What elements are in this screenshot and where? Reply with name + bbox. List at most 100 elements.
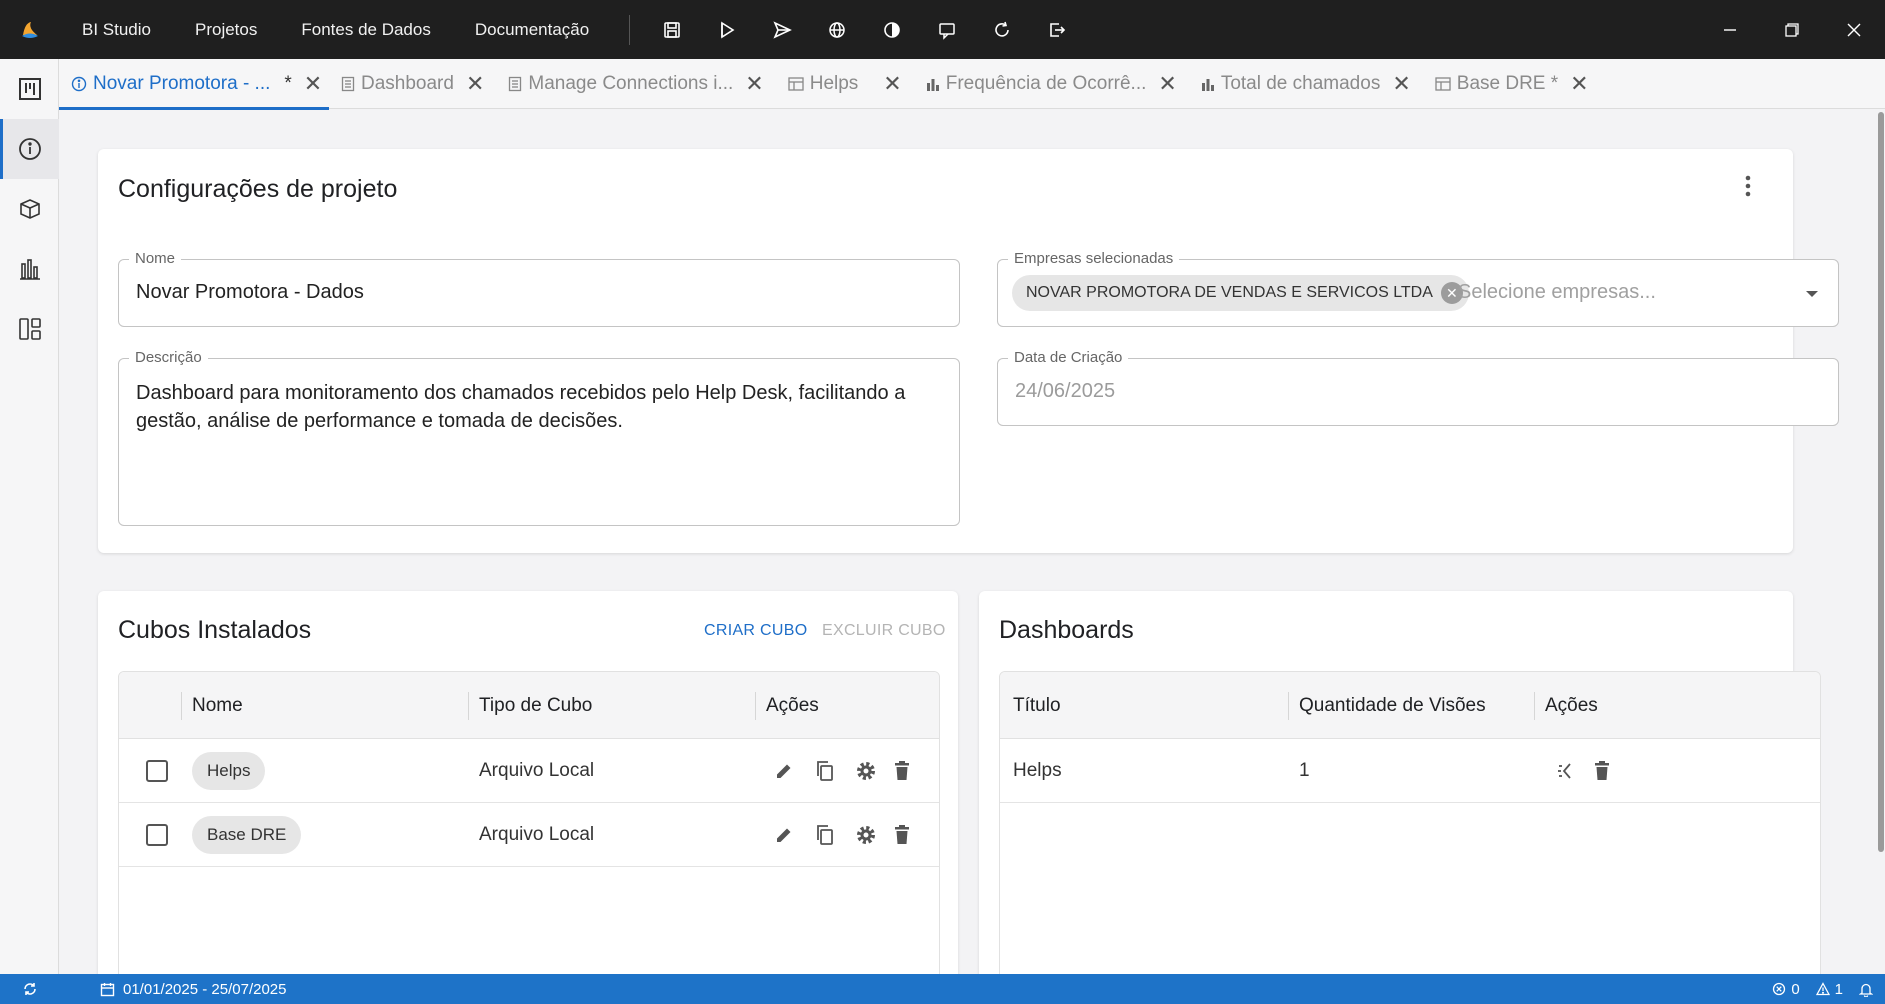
tab-label: Helps [809,73,859,94]
creation-date-value: 24/06/2025 [1015,380,1116,402]
date-range-filter[interactable]: 01/01/2025 - 25/07/2025 [100,981,286,998]
col-quantidade-de-visoes[interactable]: Quantidade de Visões [1299,672,1486,739]
errors-count: 0 [1791,980,1800,998]
restore-icon[interactable] [1761,0,1823,59]
close-tab-icon[interactable]: ✕ [883,71,901,97]
tab-dashboard[interactable]: Dashboard ✕ [329,59,496,109]
close-tab-icon[interactable]: ✕ [1158,71,1176,97]
chevron-down-icon[interactable] [1806,291,1818,297]
delete-cube-button[interactable]: EXCLUIR CUBO [822,622,946,640]
installed-cubes-card: Cubos Instalados CRIAR CUBO EXCLUIR CUBO… [98,591,958,974]
tab-helps[interactable]: Helps ✕ [776,59,914,109]
refresh-icon[interactable] [974,0,1029,59]
document-icon [508,76,522,92]
tab-label: Base DRE * [1456,73,1559,94]
tab-label: Total de chamados [1220,73,1381,94]
save-icon[interactable] [644,0,699,59]
tab-manage-connections[interactable]: Manage Connections i... ✕ [496,59,775,109]
cube-name-chip[interactable]: Base DRE [192,816,302,854]
activity-rail [0,59,59,974]
warnings-indicator[interactable]: 1 [1815,981,1843,998]
comment-icon[interactable] [919,0,974,59]
bar-chart-icon[interactable] [0,239,59,299]
copy-icon[interactable] [812,758,838,784]
exit-icon[interactable] [1029,0,1084,59]
dashboards-card: Dashboards Título Quantidade de Visões A… [979,591,1821,974]
companies-select[interactable]: Empresas selecionadas NOVAR PROMOTORA DE… [997,250,1839,327]
run-icon[interactable] [699,0,754,59]
cube-icon[interactable] [0,179,59,239]
cube-name-chip[interactable]: Helps [192,752,266,790]
col-acoes: Ações [1545,694,1598,716]
menu-projetos[interactable]: Projetos [173,0,279,59]
edit-icon[interactable] [771,822,797,848]
close-icon[interactable] [1823,0,1885,59]
description-field[interactable]: Descrição Dashboard para monitoramento d… [118,349,960,526]
errors-indicator[interactable]: 0 [1772,980,1800,998]
edit-icon[interactable] [771,758,797,784]
menu-fontes-de-dados[interactable]: Fontes de Dados [279,0,452,59]
cubes-table-header: Nome Tipo de Cubo Ações [119,672,939,739]
close-tab-icon[interactable]: ✕ [1570,71,1588,97]
description-value: Dashboard para monitoramento dos chamado… [136,382,906,432]
trash-icon[interactable] [1589,758,1615,784]
gear-icon[interactable] [853,758,879,784]
dashboard-title[interactable]: Helps [1013,739,1062,803]
kanban-icon[interactable] [0,59,59,119]
editor-tabs: Novar Promotora - ... * ✕ Dashboard ✕ Ma… [59,59,1885,110]
close-tab-icon[interactable]: ✕ [745,71,763,97]
name-label: Nome [129,250,182,267]
send-icon[interactable] [754,0,809,59]
col-titulo[interactable]: Título [1013,672,1061,739]
row-checkbox[interactable] [146,824,168,846]
trash-icon[interactable] [889,758,915,784]
app-logo-icon [0,0,60,59]
close-tab-icon[interactable]: ✕ [466,71,484,97]
table-icon [788,77,804,91]
tab-frequencia-ocorrencias[interactable]: Frequência de Ocorrê... ✕ [914,59,1189,109]
dashboards-title: Dashboards [999,616,1134,644]
tab-base-dre[interactable]: Base DRE * ✕ [1423,59,1601,109]
warning-icon [1815,982,1830,996]
menu-documentacao[interactable]: Documentação [453,0,611,59]
tab-novar-promotora[interactable]: Novar Promotora - ... * ✕ [59,59,329,110]
dashboard-layout-icon[interactable] [0,299,59,359]
info-icon[interactable] [0,119,59,179]
company-chip: NOVAR PROMOTORA DE VENDAS E SERVICOS LTD… [1012,275,1469,311]
window-controls [1699,0,1885,59]
minimize-icon[interactable] [1699,0,1761,59]
trash-icon[interactable] [889,822,915,848]
cubes-table: Nome Tipo de Cubo Ações Helps Arquivo Lo… [118,671,940,974]
contrast-icon[interactable] [864,0,919,59]
vertical-scrollbar[interactable] [1877,110,1885,974]
info-icon [71,76,87,92]
col-nome[interactable]: Nome [192,672,243,739]
name-field[interactable]: Nome Novar Promotora - Dados [118,250,960,327]
unsaved-indicator: * [284,73,292,94]
scrollbar-thumb[interactable] [1878,112,1884,852]
open-link-icon[interactable] [1553,758,1579,784]
copy-icon[interactable] [812,822,838,848]
bar-chart-icon [926,77,940,91]
create-cube-button[interactable]: CRIAR CUBO [704,622,807,640]
toolbar-divider [629,14,631,45]
col-tipo-de-cubo[interactable]: Tipo de Cubo [479,672,592,739]
sync-icon[interactable] [0,981,59,997]
name-value: Novar Promotora - Dados [136,281,364,303]
bell-icon[interactable] [1859,982,1873,997]
description-label: Descrição [129,349,208,366]
error-icon [1772,982,1786,996]
col-acoes: Ações [766,694,819,716]
document-icon [341,76,355,92]
row-checkbox[interactable] [146,760,168,782]
cube-type: Arquivo Local [479,760,595,781]
tab-total-chamados[interactable]: Total de chamados ✕ [1189,59,1423,109]
globe-icon[interactable] [809,0,864,59]
tab-label: Dashboard [361,73,454,94]
column-divider [181,692,182,720]
gear-icon[interactable] [853,822,879,848]
more-options-icon[interactable] [1733,171,1763,201]
close-tab-icon[interactable]: ✕ [1392,71,1410,97]
close-tab-icon[interactable]: ✕ [304,71,322,97]
menu-bi-studio[interactable]: BI Studio [60,0,173,59]
